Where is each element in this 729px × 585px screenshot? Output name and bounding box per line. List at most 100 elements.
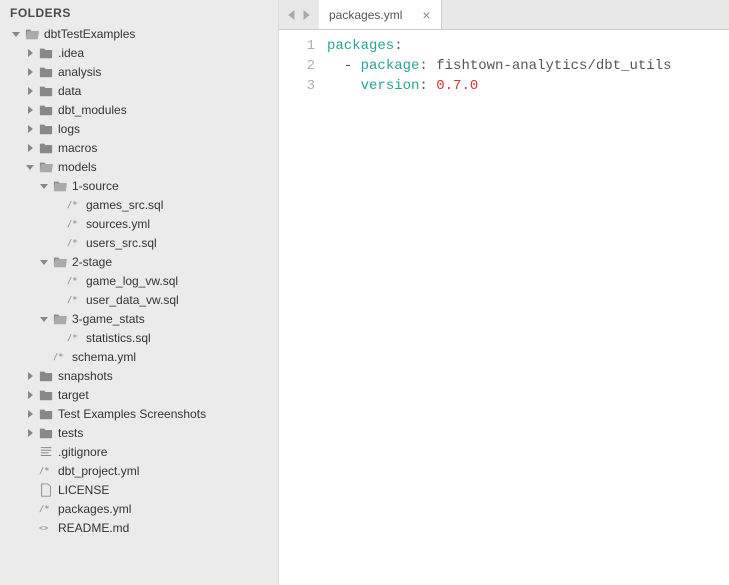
file-code-icon [38,464,54,478]
chevron-right-icon[interactable] [24,66,36,78]
tree-item-label: macros [58,141,97,155]
code-line[interactable]: packages: [327,36,729,56]
tree-item-label: logs [58,122,80,136]
tree-item-label: dbt_modules [58,103,127,117]
tree-item-label: schema.yml [72,350,136,364]
chevron-down-icon[interactable] [38,256,50,268]
tree-item[interactable]: 3-game_stats [4,309,274,328]
folder-icon [38,65,54,79]
chevron-right-icon[interactable] [24,408,36,420]
tree-item-label: 2-stage [72,255,112,269]
tree-item[interactable]: game_log_vw.sql [4,271,274,290]
tree-item[interactable]: users_src.sql [4,233,274,252]
tree-item-label: Test Examples Screenshots [58,407,206,421]
tree-item[interactable]: games_src.sql [4,195,274,214]
code-content[interactable]: packages: - package: fishtown-analytics/… [327,36,729,585]
folder-icon [38,407,54,421]
tree-item-label: sources.yml [86,217,150,231]
tab-bar: packages.yml × [279,0,729,30]
editor-pane: packages.yml × 123 packages: - package: … [279,0,729,585]
folder-open-icon [38,160,54,174]
tree-item[interactable]: logs [4,119,274,138]
folder-open-icon [52,255,68,269]
tab-nav-arrows[interactable] [279,0,319,29]
tree-item-label: models [58,160,97,174]
chevron-right-icon[interactable] [24,104,36,116]
tab-label: packages.yml [329,8,402,22]
chevron-right-icon[interactable] [24,370,36,382]
code-line[interactable]: - package: fishtown-analytics/dbt_utils [327,56,729,76]
tree-item-label: users_src.sql [86,236,157,250]
tab-packages-yml[interactable]: packages.yml × [319,0,442,29]
folder-icon [38,426,54,440]
tree-item-label: data [58,84,81,98]
tree-item[interactable]: data [4,81,274,100]
chevron-down-icon[interactable] [10,28,22,40]
folder-icon [38,103,54,117]
tree-item-label: statistics.sql [86,331,151,345]
chevron-right-icon[interactable] [24,123,36,135]
tree-item[interactable]: Test Examples Screenshots [4,404,274,423]
chevron-right-icon[interactable] [24,85,36,97]
line-number: 2 [279,56,315,76]
chevron-down-icon[interactable] [38,313,50,325]
tree-item[interactable]: target [4,385,274,404]
folder-open-icon [52,312,68,326]
folder-open-icon [24,27,40,41]
tree-item-label: target [58,388,89,402]
chevron-down-icon[interactable] [24,161,36,173]
tree-item[interactable]: tests [4,423,274,442]
tree-item-label: dbtTestExamples [44,27,135,41]
folder-icon [38,84,54,98]
folder-tree: dbtTestExamples .idea analysis data dbt_modu… [0,24,278,547]
tree-item[interactable]: 1-source [4,176,274,195]
file-md-icon [38,521,54,535]
tree-item-label: game_log_vw.sql [86,274,178,288]
tree-item[interactable]: dbt_project.yml [4,461,274,480]
chevron-down-icon[interactable] [38,180,50,192]
chevron-right-icon[interactable] [24,389,36,401]
code-area[interactable]: 123 packages: - package: fishtown-analyt… [279,30,729,585]
tree-item-label: dbt_project.yml [58,464,139,478]
tree-item[interactable]: schema.yml [4,347,274,366]
tree-item[interactable]: macros [4,138,274,157]
file-lines-icon [38,445,54,459]
tree-item[interactable]: LICENSE [4,480,274,499]
tree-item-label: README.md [58,521,129,535]
file-code-icon [66,198,82,212]
tree-item[interactable]: statistics.sql [4,328,274,347]
folder-open-icon [52,179,68,193]
tab-close-icon[interactable]: × [422,8,430,22]
tree-item-label: .idea [58,46,84,60]
folder-icon [38,46,54,60]
tree-item-label: .gitignore [58,445,107,459]
line-gutter: 123 [279,36,327,585]
tree-item-label: LICENSE [58,483,109,497]
tree-item[interactable]: packages.yml [4,499,274,518]
tree-item[interactable]: README.md [4,518,274,537]
tree-item-label: 1-source [72,179,119,193]
folder-icon [38,369,54,383]
tree-item[interactable]: .idea [4,43,274,62]
tree-item[interactable]: .gitignore [4,442,274,461]
folder-icon [38,388,54,402]
file-code-icon [66,293,82,307]
folder-icon [38,122,54,136]
tree-item-label: user_data_vw.sql [86,293,179,307]
tree-item[interactable]: dbt_modules [4,100,274,119]
tree-item[interactable]: snapshots [4,366,274,385]
tree-item[interactable]: models [4,157,274,176]
tree-item[interactable]: analysis [4,62,274,81]
tree-item[interactable]: sources.yml [4,214,274,233]
tree-item[interactable]: 2-stage [4,252,274,271]
nav-right-icon [301,10,311,20]
tree-item[interactable]: dbtTestExamples [4,24,274,43]
tree-item-label: snapshots [58,369,113,383]
tree-item[interactable]: user_data_vw.sql [4,290,274,309]
chevron-right-icon[interactable] [24,142,36,154]
code-line[interactable]: version: 0.7.0 [327,76,729,96]
file-code-icon [66,274,82,288]
tree-item-label: tests [58,426,83,440]
chevron-right-icon[interactable] [24,427,36,439]
chevron-right-icon[interactable] [24,47,36,59]
